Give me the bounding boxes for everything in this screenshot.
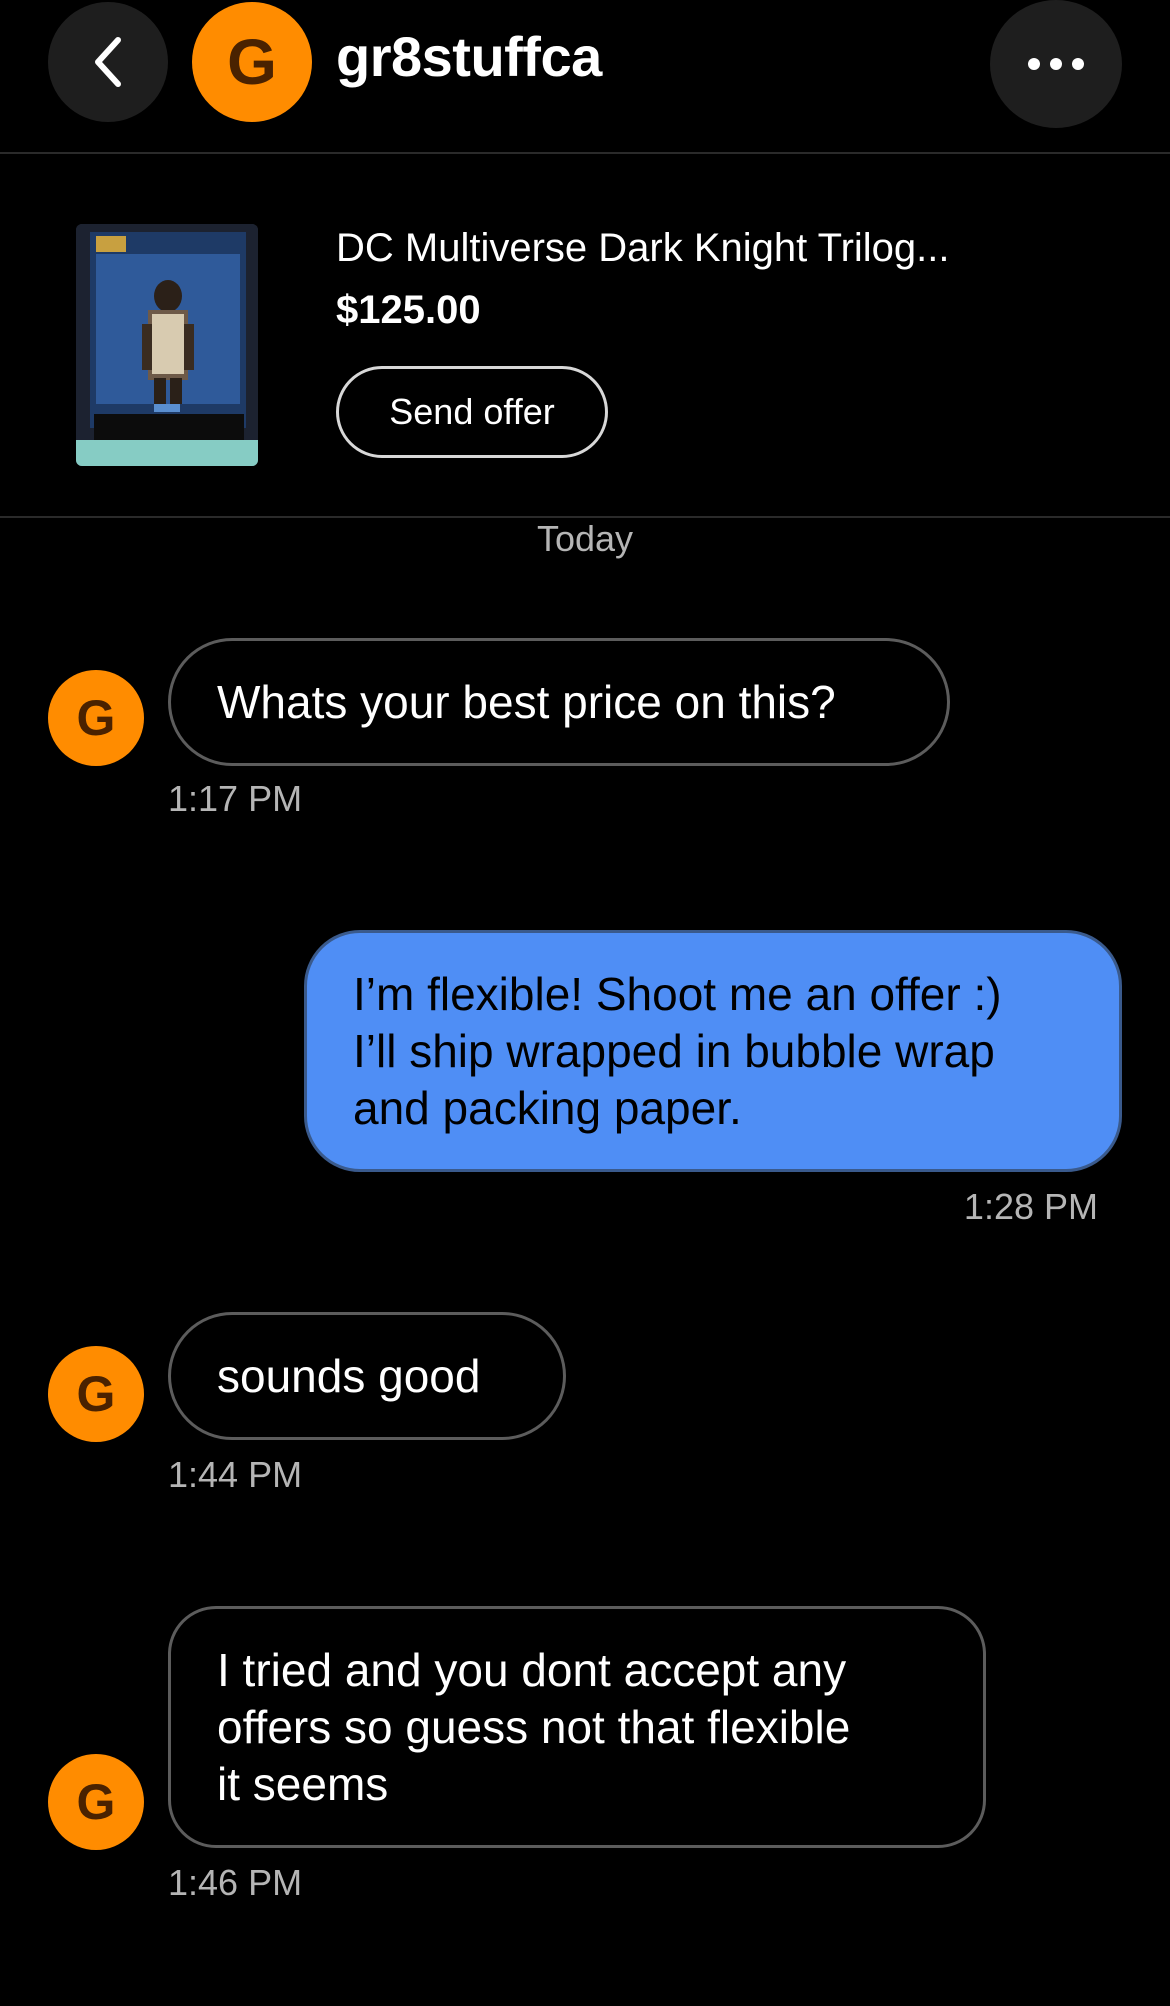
sender-avatar[interactable]: G xyxy=(48,670,144,766)
message-timestamp: 1:44 PM xyxy=(168,1454,303,1495)
header-divider xyxy=(0,152,1170,154)
listing-thumbnail[interactable] xyxy=(76,224,258,466)
sender-avatar[interactable]: G xyxy=(48,1754,144,1850)
send-offer-button[interactable]: Send offer xyxy=(336,366,608,458)
message-timestamp: 1:17 PM xyxy=(168,778,303,819)
sender-avatar[interactable]: G xyxy=(48,1346,144,1442)
date-separator: Today xyxy=(536,518,634,559)
listing-price: $125.00 xyxy=(336,288,481,332)
message-timestamp: 1:46 PM xyxy=(168,1862,303,1903)
chevron-left-icon xyxy=(95,37,121,87)
message-text: sounds good xyxy=(217,1349,481,1402)
seller-avatar[interactable]: G xyxy=(192,2,312,122)
action-figure-box-image xyxy=(76,224,258,466)
more-options-button[interactable] xyxy=(990,0,1122,128)
message-timestamp: 1:28 PM xyxy=(963,1186,1098,1227)
message-text: Whats your best price on this? xyxy=(217,675,836,728)
message-bubble-incoming[interactable]: Whats your best price on this? xyxy=(168,638,950,766)
message-bubble-incoming[interactable]: sounds good xyxy=(168,1312,566,1440)
back-button[interactable] xyxy=(48,2,168,122)
message-text: I tried and you dont accept any offers s… xyxy=(217,1643,851,1810)
message-bubble-outgoing[interactable]: I’m flexible! Shoot me an offer :) I’ll … xyxy=(304,930,1122,1172)
message-bubble-incoming[interactable]: I tried and you dont accept any offers s… xyxy=(168,1606,986,1848)
message-text: I’m flexible! Shoot me an offer :) I’ll … xyxy=(353,967,1002,1134)
more-horizontal-icon xyxy=(1028,58,1084,70)
username-title[interactable]: gr8stuffca xyxy=(336,24,602,89)
listing-title[interactable]: DC Multiverse Dark Knight Trilog... xyxy=(336,226,950,271)
